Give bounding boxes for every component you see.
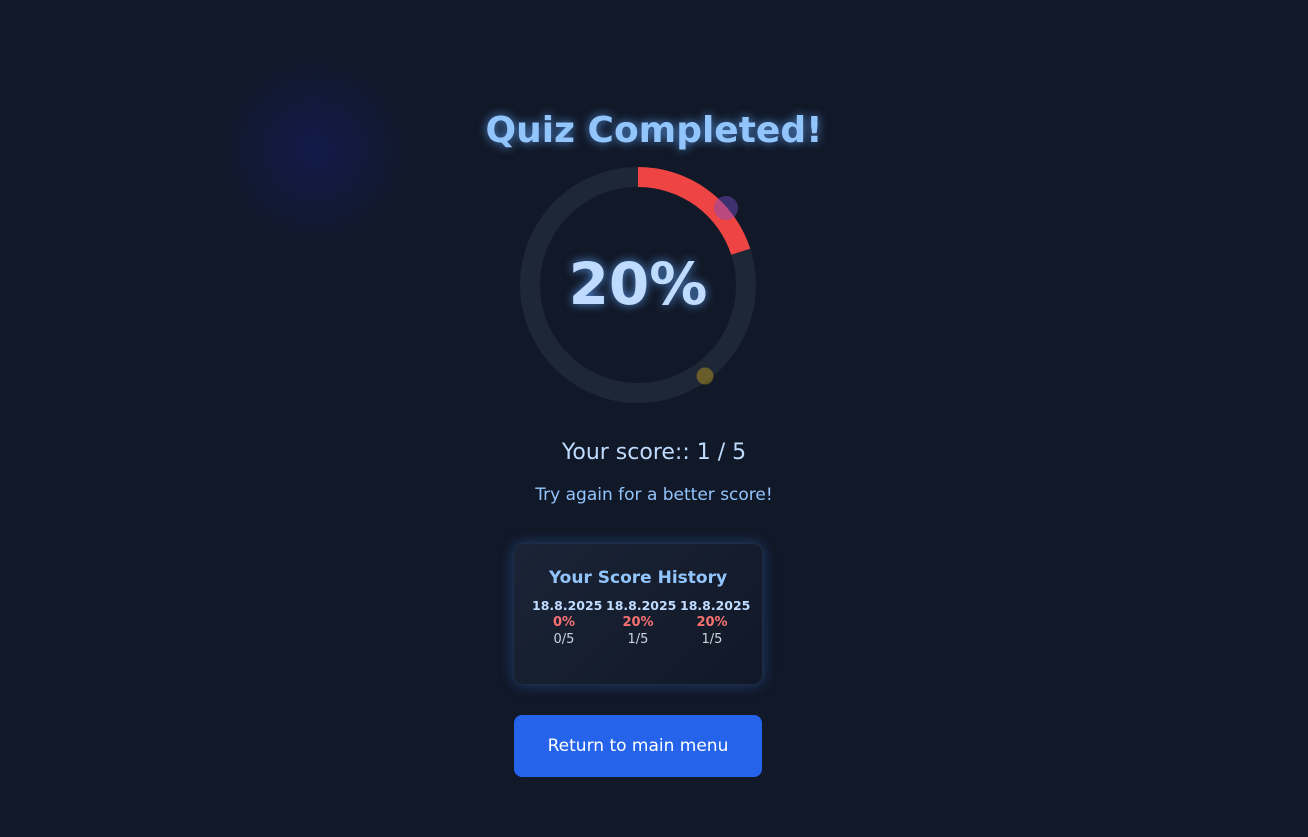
score-percent: 20% <box>568 250 708 318</box>
history-fraction: 0/5 <box>553 632 575 647</box>
history-date: 18.8.2025 <box>606 598 677 613</box>
feedback-message: Try again for a better score! <box>535 485 773 505</box>
history-entry: 18.8.2025 0% 0/5 <box>532 598 603 647</box>
history-percent: 0% <box>552 615 576 630</box>
score-history-card: Your Score History 18.8.2025 0% 0/5 18.8… <box>513 543 763 685</box>
score-text: Your score:: 1 / 5 <box>561 440 747 465</box>
history-date: 18.8.2025 <box>680 598 751 613</box>
history-date: 18.8.2025 <box>532 598 603 613</box>
score-history-heading: Your Score History <box>548 568 728 588</box>
page-title: Quiz Completed! <box>485 110 823 151</box>
history-entry: 18.8.2025 20% 1/5 <box>680 598 751 647</box>
decorative-dot-yellow <box>696 367 714 385</box>
history-fraction: 1/5 <box>701 632 723 647</box>
history-percent: 20% <box>696 615 728 630</box>
decorative-dot-purple <box>714 196 738 220</box>
return-to-main-menu-button[interactable]: Return to main menu <box>514 715 762 777</box>
history-entry: 18.8.2025 20% 1/5 <box>606 598 677 647</box>
history-percent: 20% <box>622 615 654 630</box>
history-fraction: 1/5 <box>627 632 649 647</box>
